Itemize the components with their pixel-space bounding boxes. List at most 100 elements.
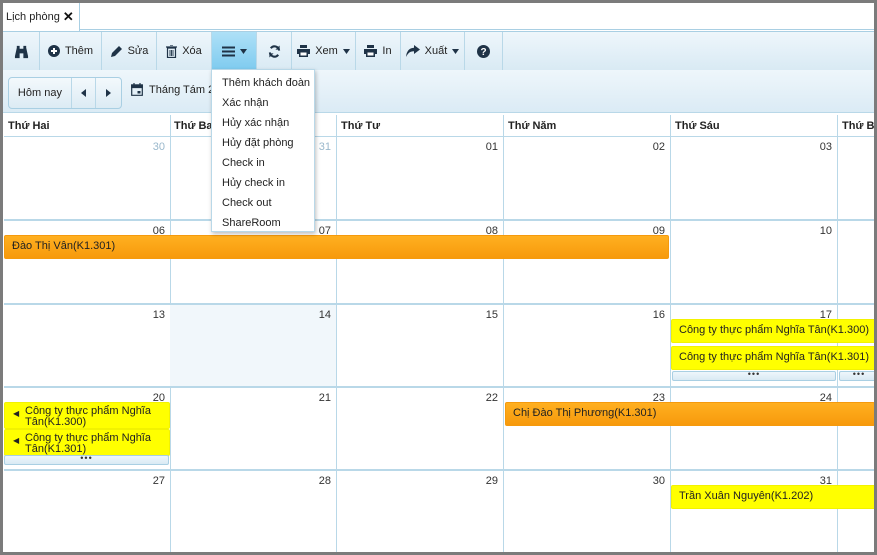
show-more-button[interactable]: ••• [672, 370, 836, 381]
day-cell[interactable]: 09 [504, 221, 671, 305]
day-header: Thứ Năm [504, 115, 671, 137]
view-label: Xem [315, 45, 338, 57]
day-cell[interactable]: 22 [337, 388, 504, 471]
day-number[interactable]: 03 [820, 141, 832, 153]
day-cell[interactable]: 13 [4, 305, 171, 388]
actions-menu-button[interactable] [212, 32, 257, 70]
add-label: Thêm [64, 45, 94, 57]
edit-button[interactable]: Sửa [102, 32, 157, 70]
date-picker[interactable]: Tháng Tám 20 [131, 83, 220, 96]
day-cell[interactable]: 27 [4, 471, 171, 552]
delete-label: Xóa [182, 45, 202, 57]
day-cell[interactable] [838, 137, 874, 221]
event-title: Công ty thực phẩm Nghĩa Tân(K1.300) [679, 324, 869, 336]
booking-event[interactable]: Công ty thực phẩm Nghĩa Tân(K1.300) [671, 319, 874, 343]
day-cell[interactable]: 29 [337, 471, 504, 552]
add-button[interactable]: Thêm [40, 32, 102, 70]
day-cell[interactable]: 14 [170, 305, 337, 388]
close-icon[interactable]: ✕ [63, 9, 74, 25]
day-number[interactable]: 14 [319, 309, 331, 321]
day-cell[interactable]: 10 [671, 221, 838, 305]
day-header: Thứ Sáu [671, 115, 838, 137]
prev-button[interactable] [72, 78, 97, 108]
day-cell[interactable]: 07 [170, 221, 337, 305]
day-cell[interactable]: 21 [170, 388, 337, 471]
day-number[interactable]: 02 [653, 141, 665, 153]
continues-left-icon: ◀ [13, 409, 20, 418]
help-button[interactable]: ? [465, 32, 503, 70]
day-number[interactable]: 29 [486, 475, 498, 487]
plus-circle-icon [47, 45, 60, 57]
booking-event[interactable]: ◀ Công ty thực phẩm Nghĩa Tân(K1.300) [4, 402, 170, 429]
show-more-button[interactable]: ••• [839, 370, 874, 381]
day-cell[interactable]: 31 [671, 471, 838, 552]
booking-event[interactable]: ◀ Công ty thực phẩm Nghĩa Tân(K1.301) [4, 429, 170, 456]
view-button[interactable]: Xem [292, 32, 356, 70]
day-cell[interactable]: 15 [337, 305, 504, 388]
binoculars-icon [14, 45, 28, 58]
day-cell[interactable] [838, 471, 874, 552]
day-number[interactable]: 01 [486, 141, 498, 153]
app-window: Lịch phòng ✕ Thêm Sửa Xóa Xem In Xuất ? … [3, 3, 874, 552]
booking-event[interactable]: Chị Đào Thị Phương(K1.301) [505, 402, 874, 426]
tab-lich-phong[interactable]: Lịch phòng ✕ [3, 3, 80, 31]
day-number[interactable]: 10 [820, 225, 832, 237]
event-title: Đào Thị Vân(K1.301) [12, 240, 116, 252]
menu-item-cancel-check-in[interactable]: Hủy check in [212, 173, 314, 193]
export-button[interactable]: Xuất [401, 32, 465, 70]
menu-item-cancel-confirm[interactable]: Hủy xác nhận [212, 113, 314, 133]
event-title: Công ty thực phẩm Nghĩa Tân(K1.301) [25, 432, 151, 455]
share-arrow-icon [405, 45, 420, 57]
day-cell[interactable] [838, 221, 874, 305]
tab-bar: Lịch phòng ✕ [3, 3, 874, 31]
day-cell[interactable]: 01 [337, 137, 504, 221]
day-header: Thứ Tư [337, 115, 504, 137]
day-number[interactable]: 21 [319, 392, 331, 404]
month-calendar: Thứ HaiThứ BaThứ TưThứ NămThứ SáuThứ Bảy… [3, 115, 874, 552]
day-number[interactable]: 16 [653, 309, 665, 321]
day-cell[interactable]: 28 [170, 471, 337, 552]
day-cell[interactable]: 24 [671, 388, 838, 471]
today-label: Hôm nay [17, 87, 62, 99]
day-number[interactable]: 30 [153, 141, 165, 153]
menu-item-check-out[interactable]: Check out [212, 193, 314, 213]
day-number[interactable]: 22 [486, 392, 498, 404]
show-more-button[interactable]: ••• [4, 454, 169, 465]
booking-event[interactable]: Đào Thị Vân(K1.301) [4, 235, 669, 259]
day-cell[interactable]: 03 [671, 137, 838, 221]
print-button[interactable]: In [356, 32, 401, 70]
day-number[interactable]: 28 [319, 475, 331, 487]
today-button[interactable]: Hôm nay [9, 78, 72, 108]
day-cell[interactable]: 30 [4, 137, 171, 221]
day-cell[interactable] [838, 388, 874, 471]
nav-button-group: Hôm nay [8, 77, 122, 109]
search-button[interactable] [3, 32, 40, 70]
menu-item-cancel-booking[interactable]: Hủy đặt phòng [212, 133, 314, 153]
day-number[interactable]: 31 [319, 141, 331, 153]
day-number[interactable]: 15 [486, 309, 498, 321]
day-number[interactable]: 27 [153, 475, 165, 487]
booking-event[interactable]: Công ty thực phẩm Nghĩa Tân(K1.301) [671, 346, 874, 370]
day-cell[interactable]: 30 [504, 471, 671, 552]
day-cell[interactable]: 08 [337, 221, 504, 305]
menu-item-share-room[interactable]: ShareRoom [212, 213, 314, 233]
hamburger-menu-icon [221, 46, 235, 56]
svg-text:?: ? [480, 47, 486, 58]
day-cell[interactable]: 16 [504, 305, 671, 388]
delete-button[interactable]: Xóa [157, 32, 212, 70]
day-number[interactable]: 30 [653, 475, 665, 487]
day-cell[interactable]: 06 [4, 221, 171, 305]
day-header: Thứ Bảy [838, 115, 874, 137]
help-icon: ? [477, 44, 490, 58]
continues-left-icon: ◀ [13, 436, 20, 445]
menu-item-add-group[interactable]: Thêm khách đoàn [212, 73, 314, 93]
menu-item-confirm[interactable]: Xác nhận [212, 93, 314, 113]
caret-down-icon [452, 48, 460, 54]
menu-item-check-in[interactable]: Check in [212, 153, 314, 173]
next-button[interactable] [96, 78, 121, 108]
booking-event[interactable]: Trần Xuân Nguyên(K1.202) [671, 485, 874, 509]
day-number[interactable]: 13 [153, 309, 165, 321]
day-cell[interactable]: 02 [504, 137, 671, 221]
refresh-button[interactable] [257, 32, 292, 70]
day-cell[interactable]: 23 [504, 388, 671, 471]
